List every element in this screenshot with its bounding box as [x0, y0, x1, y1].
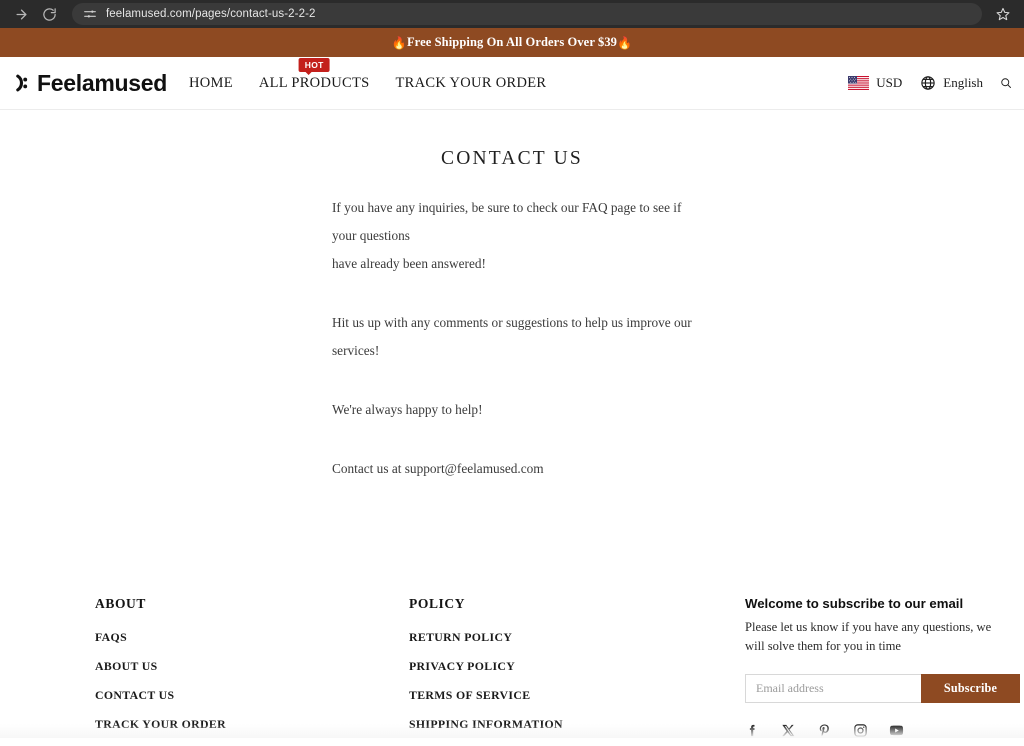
- subscribe-button[interactable]: Subscribe: [921, 674, 1020, 703]
- nav-label: HOME: [188, 74, 233, 91]
- site-header: Feelamused HOME HOT ALL PRODUCTS TRACK Y…: [0, 57, 1024, 110]
- nav-item-all-products[interactable]: HOT ALL PRODUCTS: [258, 57, 370, 92]
- footer-link-track-your-order[interactable]: TRACK YOUR ORDER: [95, 717, 409, 732]
- browser-toolbar: feelamused.com/pages/contact-us-2-2-2: [0, 0, 1024, 28]
- footer-link-shipping-information[interactable]: SHIPPING INFORMATION: [409, 717, 745, 732]
- footer-column-newsletter: Welcome to subscribe to our email Please…: [745, 596, 1020, 746]
- contact-paragraph: Hit us up with any comments or suggestio…: [332, 315, 692, 358]
- contact-paragraph: If you have any inquiries, be sure to ch…: [332, 200, 682, 243]
- us-flag-icon: [848, 76, 870, 90]
- newsletter-subtitle: Please let us know if you have any quest…: [745, 620, 992, 653]
- footer-link-terms-of-service[interactable]: TERMS OF SERVICE: [409, 688, 745, 703]
- currency-selector[interactable]: USD: [848, 75, 902, 91]
- page-title: CONTACT US: [441, 148, 583, 169]
- address-bar[interactable]: feelamused.com/pages/contact-us-2-2-2: [72, 3, 982, 25]
- footer-column-about: ABOUT FAQS ABOUT US CONTACT US TRACK YOU…: [95, 596, 409, 746]
- contact-email-line: Contact us at support@feelamused.com: [332, 461, 544, 476]
- contact-paragraph: We're always happy to help!: [332, 402, 483, 417]
- footer-heading-about: ABOUT: [95, 596, 147, 611]
- nav-item-track-your-order[interactable]: TRACK YOUR ORDER: [395, 75, 546, 92]
- smiley-face-icon: [16, 74, 28, 92]
- social-links: [745, 723, 1000, 738]
- flame-icon: 🔥: [391, 35, 407, 50]
- site-logo[interactable]: Feelamused: [10, 70, 167, 97]
- url-text: feelamused.com/pages/contact-us-2-2-2: [106, 8, 316, 20]
- pinterest-icon[interactable]: [817, 723, 832, 738]
- nav-label: ALL PRODUCTS: [258, 74, 370, 91]
- facebook-icon[interactable]: [745, 723, 760, 738]
- forward-arrow-icon[interactable]: [10, 3, 32, 25]
- search-button[interactable]: [1000, 75, 1012, 91]
- contact-paragraph: have already been answered!: [332, 256, 486, 271]
- footer-column-policy: POLICY RETURN POLICY PRIVACY POLICY TERM…: [409, 596, 745, 746]
- youtube-icon[interactable]: [889, 723, 904, 738]
- footer-heading-policy: POLICY: [409, 596, 466, 611]
- announcement-text: Free Shipping On All Orders Over $39: [406, 35, 618, 49]
- nav-label: TRACK YOUR ORDER: [395, 74, 547, 91]
- footer-link-faqs[interactable]: FAQS: [95, 630, 409, 645]
- page-content: CONTACT US If you have any inquiries, be…: [0, 110, 1024, 550]
- x-twitter-icon[interactable]: [781, 723, 796, 738]
- footer-link-return-policy[interactable]: RETURN POLICY: [409, 630, 745, 645]
- search-icon: [1001, 78, 1011, 88]
- header-utilities: USD English: [848, 75, 1012, 91]
- reload-icon[interactable]: [38, 3, 60, 25]
- hot-badge: HOT: [298, 57, 330, 75]
- instagram-icon[interactable]: [853, 723, 868, 738]
- announcement-bar: 🔥 Free Shipping On All Orders Over $39 🔥: [0, 28, 1024, 57]
- logo-text: Feelamused: [37, 69, 167, 96]
- contact-text-block: If you have any inquiries, be sure to ch…: [322, 194, 702, 483]
- star-icon[interactable]: [992, 3, 1014, 25]
- site-footer: ABOUT FAQS ABOUT US CONTACT US TRACK YOU…: [0, 550, 1024, 738]
- footer-link-privacy-policy[interactable]: PRIVACY POLICY: [409, 659, 745, 674]
- main-navigation: HOME HOT ALL PRODUCTS TRACK YOUR ORDER: [189, 57, 546, 92]
- currency-label: USD: [876, 75, 903, 90]
- globe-icon: [921, 76, 935, 90]
- tune-icon[interactable]: [82, 7, 97, 22]
- footer-link-contact-us[interactable]: CONTACT US: [95, 688, 409, 703]
- footer-link-about-us[interactable]: ABOUT US: [95, 659, 409, 674]
- nav-item-home[interactable]: HOME: [189, 75, 233, 92]
- email-input[interactable]: [745, 674, 921, 703]
- newsletter-title: Welcome to subscribe to our email: [745, 596, 964, 611]
- newsletter-form: Subscribe: [745, 674, 1020, 703]
- language-selector[interactable]: English: [920, 75, 983, 91]
- language-label: English: [943, 75, 983, 90]
- flame-icon: 🔥: [617, 35, 633, 50]
